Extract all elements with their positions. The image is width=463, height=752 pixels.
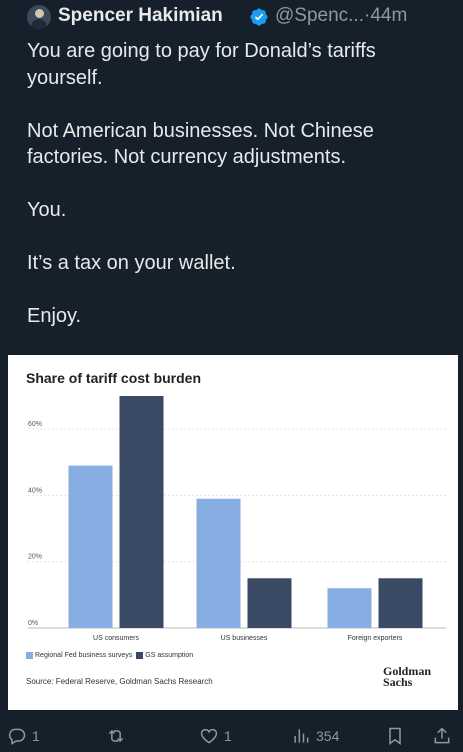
bar [327, 588, 372, 628]
bookmark-button[interactable] [385, 722, 405, 750]
chart-source: Source: Federal Reserve, Goldman Sachs R… [26, 677, 213, 686]
repost-icon [108, 729, 124, 743]
tweet-text: You are going to pay for Donald’s tariff… [27, 40, 376, 327]
author-name[interactable]: Spencer Hakimian [58, 5, 223, 27]
reply-button[interactable]: 1 [7, 722, 40, 750]
post-time: 44m [370, 5, 408, 26]
views-icon [294, 729, 309, 743]
share-button[interactable] [432, 722, 452, 750]
x-tick-label: US consumers [93, 635, 139, 642]
bar [378, 578, 423, 628]
legend-swatch-gs [136, 652, 144, 659]
reply-count: 1 [32, 728, 40, 744]
bar [119, 396, 164, 628]
legend-label-gs: GS assumption [145, 652, 194, 659]
y-tick-label: 60% [28, 421, 42, 428]
bar [196, 498, 241, 628]
y-tick-label: 40% [28, 487, 42, 494]
view-count: 354 [316, 728, 340, 744]
goldman-sachs-logo: Goldman Sachs [383, 664, 432, 689]
reply-icon [8, 728, 26, 745]
author-handle-time[interactable]: @Spenc...·44m [275, 5, 407, 27]
like-count: 1 [224, 728, 232, 744]
bookmark-icon [389, 727, 401, 745]
legend-label-regional-fed: Regional Fed business surveys [35, 652, 133, 659]
share-icon [434, 727, 450, 744]
chart-image[interactable]: Share of tariff cost burden 0% 20% 40% 60% U… [8, 355, 458, 710]
author-handle: @Spenc... [275, 5, 364, 26]
heart-icon [200, 728, 218, 744]
y-tick-label: 0% [28, 620, 38, 627]
x-tick-label: US businesses [221, 635, 268, 642]
bar [247, 578, 292, 628]
verified-badge-icon [250, 8, 268, 26]
views-button[interactable]: 354 [291, 722, 339, 750]
like-button[interactable]: 1 [199, 722, 232, 750]
chart-legend: Regional Fed business surveys GS assumpt… [26, 652, 197, 659]
bar [68, 465, 113, 628]
action-bar: 1 1 354 [0, 722, 463, 750]
legend-item-regional-fed: Regional Fed business surveys [26, 652, 132, 659]
tweet-header: Spencer Hakimian @Spenc...·44m [0, 0, 463, 34]
x-tick-label: Foreign exporters [348, 635, 403, 642]
legend-item-gs: GS assumption [136, 652, 193, 659]
legend-swatch-regional-fed [26, 652, 33, 659]
y-tick-label: 20% [28, 554, 42, 561]
avatar[interactable] [27, 5, 51, 29]
repost-button[interactable] [106, 722, 131, 750]
